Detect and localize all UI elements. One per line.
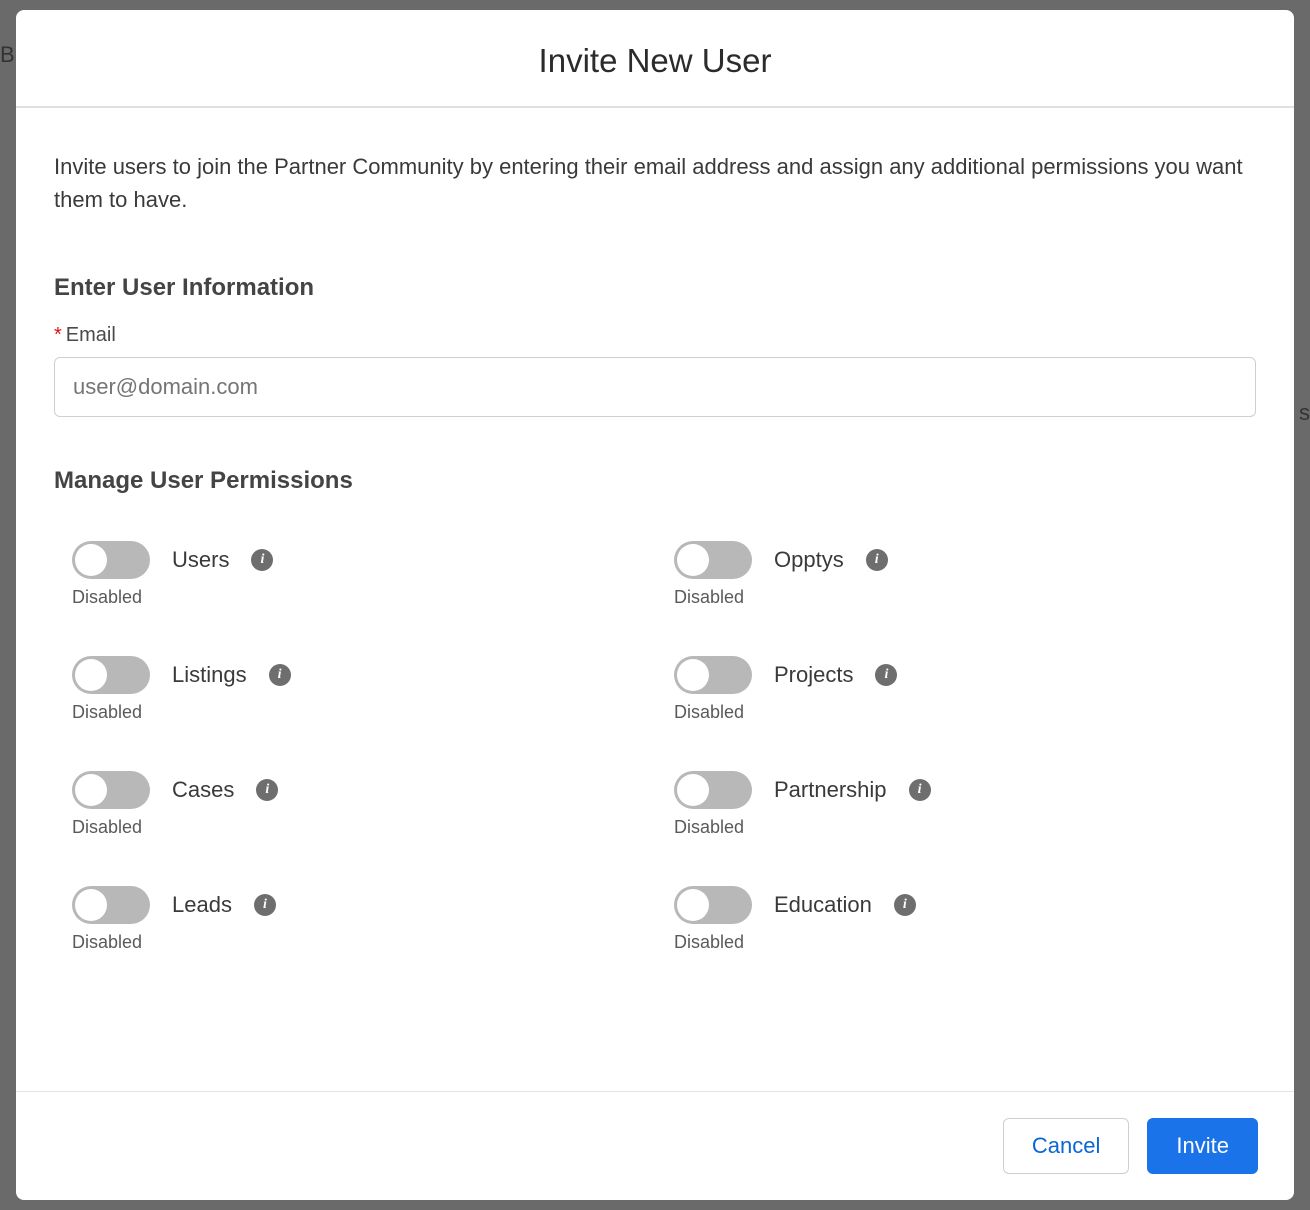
- perm-item-listings: Listings i Disabled: [72, 656, 654, 723]
- toggle-knob: [677, 774, 709, 806]
- perm-row: Opptys i: [674, 541, 1256, 579]
- perm-item-partnership: Partnership i Disabled: [674, 771, 1256, 838]
- toggle-knob: [677, 544, 709, 576]
- perm-label: Projects: [774, 662, 853, 688]
- perm-item-projects: Projects i Disabled: [674, 656, 1256, 723]
- info-icon[interactable]: i: [251, 549, 273, 571]
- toggle-cases[interactable]: [72, 771, 150, 809]
- perm-item-users: Users i Disabled: [72, 541, 654, 608]
- perm-label: Listings: [172, 662, 247, 688]
- perm-status: Disabled: [674, 587, 1256, 608]
- perm-status: Disabled: [72, 817, 654, 838]
- modal-header: Invite New User: [16, 10, 1294, 108]
- background-char-left: B: [0, 42, 15, 68]
- permissions-heading: Manage User Permissions: [54, 467, 1256, 495]
- invite-user-modal: Invite New User Invite users to join the…: [16, 10, 1294, 1200]
- toggle-projects[interactable]: [674, 656, 752, 694]
- toggle-knob: [75, 889, 107, 921]
- perm-row: Cases i: [72, 771, 654, 809]
- toggle-leads[interactable]: [72, 886, 150, 924]
- info-icon[interactable]: i: [269, 664, 291, 686]
- perm-row: Partnership i: [674, 771, 1256, 809]
- modal-footer: Cancel Invite: [16, 1091, 1294, 1200]
- perm-row: Listings i: [72, 656, 654, 694]
- perm-status: Disabled: [72, 702, 654, 723]
- modal-intro: Invite users to join the Partner Communi…: [54, 150, 1256, 216]
- perm-row: Education i: [674, 886, 1256, 924]
- toggle-opptys[interactable]: [674, 541, 752, 579]
- info-icon[interactable]: i: [875, 664, 897, 686]
- background-char-right: s: [1299, 400, 1310, 426]
- perm-label: Opptys: [774, 547, 844, 573]
- perm-label: Leads: [172, 892, 232, 918]
- toggle-knob: [75, 774, 107, 806]
- email-label: *Email: [54, 324, 1256, 347]
- perm-status: Disabled: [674, 932, 1256, 953]
- info-icon[interactable]: i: [254, 894, 276, 916]
- perm-item-cases: Cases i Disabled: [72, 771, 654, 838]
- perm-status: Disabled: [72, 932, 654, 953]
- toggle-knob: [677, 889, 709, 921]
- email-field[interactable]: [54, 357, 1256, 417]
- info-icon[interactable]: i: [866, 549, 888, 571]
- info-icon[interactable]: i: [894, 894, 916, 916]
- cancel-button[interactable]: Cancel: [1003, 1118, 1129, 1174]
- toggle-knob: [75, 544, 107, 576]
- info-icon[interactable]: i: [909, 779, 931, 801]
- user-info-heading: Enter User Information: [54, 274, 1256, 302]
- invite-button[interactable]: Invite: [1147, 1118, 1258, 1174]
- modal-title: Invite New User: [36, 42, 1274, 80]
- modal-body: Invite users to join the Partner Communi…: [16, 108, 1294, 1091]
- perm-row: Users i: [72, 541, 654, 579]
- info-icon[interactable]: i: [256, 779, 278, 801]
- toggle-listings[interactable]: [72, 656, 150, 694]
- toggle-knob: [75, 659, 107, 691]
- perm-row: Projects i: [674, 656, 1256, 694]
- perm-item-education: Education i Disabled: [674, 886, 1256, 953]
- perm-label: Partnership: [774, 777, 887, 803]
- perm-status: Disabled: [72, 587, 654, 608]
- perm-item-opptys: Opptys i Disabled: [674, 541, 1256, 608]
- perm-status: Disabled: [674, 702, 1256, 723]
- perm-row: Leads i: [72, 886, 654, 924]
- perm-label: Users: [172, 547, 229, 573]
- toggle-education[interactable]: [674, 886, 752, 924]
- required-asterisk: *: [54, 324, 62, 346]
- perm-status: Disabled: [674, 817, 1256, 838]
- permissions-grid: Users i Disabled Opptys i Disabled Listi…: [54, 533, 1256, 953]
- perm-item-leads: Leads i Disabled: [72, 886, 654, 953]
- toggle-users[interactable]: [72, 541, 150, 579]
- email-label-text: Email: [66, 324, 116, 346]
- toggle-knob: [677, 659, 709, 691]
- perm-label: Education: [774, 892, 872, 918]
- perm-label: Cases: [172, 777, 234, 803]
- toggle-partnership[interactable]: [674, 771, 752, 809]
